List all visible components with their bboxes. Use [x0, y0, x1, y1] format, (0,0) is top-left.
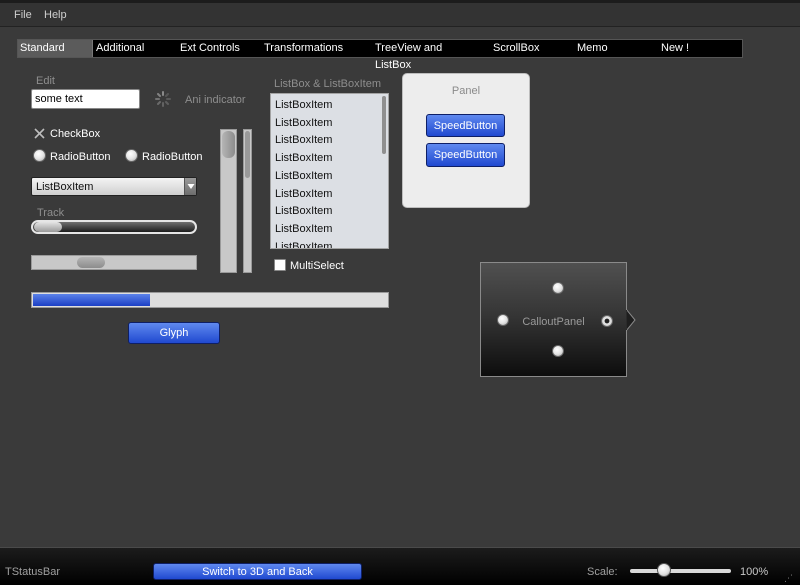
speed-button-2[interactable]: SpeedButton — [426, 143, 505, 167]
scale-value: 100% — [740, 566, 769, 578]
status-bar-label: TStatusBar — [5, 566, 61, 578]
speed-button-1[interactable]: SpeedButton — [426, 114, 505, 137]
multiselect-label: MultiSelect — [290, 260, 344, 272]
combo-dropdown-button[interactable] — [184, 178, 196, 195]
listbox-item[interactable]: ListBoxItem — [275, 223, 332, 235]
progress-bar-fill — [33, 294, 150, 306]
vertical-scrollbar-2[interactable] — [243, 129, 252, 273]
listbox-item[interactable]: ListBoxItem — [275, 134, 332, 146]
combo-box[interactable]: ListBoxItem — [31, 177, 197, 196]
tab-additional[interactable]: Additional — [96, 40, 146, 57]
vertical-scrollbar-2-thumb[interactable] — [245, 131, 250, 178]
edit-input[interactable] — [31, 89, 140, 109]
glyph-button[interactable]: Glyph — [128, 322, 220, 344]
callout-panel: CalloutPanel — [480, 262, 627, 377]
vertical-scrollbar-1[interactable] — [220, 129, 237, 273]
tab-ext-controls[interactable]: Ext Controls — [180, 40, 240, 57]
radio-button-1[interactable] — [33, 149, 46, 162]
listbox-scroll-thumb[interactable] — [382, 96, 386, 154]
switch-3d-button[interactable]: Switch to 3D and Back — [153, 563, 362, 580]
tab-bar: Standard Additional Ext Controls Transfo… — [17, 39, 743, 71]
listbox-item[interactable]: ListBoxItem — [275, 241, 332, 248]
ani-indicator-icon — [155, 91, 171, 107]
listbox-item[interactable]: ListBoxItem — [275, 188, 332, 200]
tab-new[interactable]: New ! — [661, 40, 696, 57]
track-thumb[interactable] — [34, 222, 62, 232]
panel: Panel SpeedButton SpeedButton — [402, 73, 530, 208]
listbox-item[interactable]: ListBoxItem — [275, 170, 332, 182]
scale-slider-thumb[interactable] — [657, 563, 671, 577]
horizontal-scrollbar-thumb[interactable] — [77, 257, 105, 268]
menu-help[interactable]: Help — [44, 9, 67, 21]
track-bar[interactable] — [31, 220, 197, 234]
ani-indicator-label: Ani indicator — [185, 94, 246, 106]
radio-button-2-label: RadioButton — [142, 151, 203, 163]
status-bar — [0, 547, 800, 585]
listbox-title: ListBox & ListBoxItem — [274, 78, 381, 90]
callout-radio-right-selected[interactable] — [601, 315, 613, 327]
scale-label: Scale: — [587, 566, 618, 578]
multiselect-checkbox[interactable] — [274, 259, 286, 271]
tab-transformations[interactable]: Transformations — [264, 40, 344, 57]
menu-file[interactable]: File — [14, 9, 32, 21]
listbox-item[interactable]: ListBoxItem — [275, 152, 332, 164]
callout-radio-left[interactable] — [497, 314, 509, 326]
vertical-scrollbar-1-thumb[interactable] — [222, 131, 235, 158]
horizontal-scrollbar[interactable] — [31, 255, 197, 270]
callout-radio-top[interactable] — [552, 282, 564, 294]
tab-memo[interactable]: Memo — [577, 40, 612, 57]
listbox[interactable]: ListBoxItem ListBoxItem ListBoxItem ListBox… — [270, 93, 389, 249]
tab-treeview-listbox[interactable]: TreeView and ListBox — [375, 40, 480, 71]
chevron-down-icon — [187, 184, 195, 189]
track-label: Track — [37, 207, 65, 219]
radio-button-1-label: RadioButton — [50, 151, 111, 163]
checkbox-label: CheckBox — [50, 128, 101, 140]
combo-value: ListBoxItem — [36, 181, 94, 193]
callout-pointer-icon — [626, 309, 636, 331]
radio-button-2[interactable] — [125, 149, 138, 162]
callout-radio-bottom[interactable] — [552, 345, 564, 357]
resize-grip-icon[interactable]: ⋰ — [784, 573, 796, 583]
scale-slider-track[interactable] — [630, 569, 731, 573]
progress-bar — [31, 292, 389, 308]
tab-standard[interactable]: Standard — [18, 40, 93, 57]
panel-title: Panel — [451, 85, 481, 97]
listbox-item[interactable]: ListBoxItem — [275, 117, 332, 129]
checkbox[interactable] — [33, 127, 46, 140]
tab-scrollbox[interactable]: ScrollBox — [493, 40, 543, 57]
checkbox-x-icon — [34, 128, 45, 139]
edit-label: Edit — [36, 75, 55, 87]
listbox-item[interactable]: ListBoxItem — [275, 205, 332, 217]
listbox-item[interactable]: ListBoxItem — [275, 99, 332, 111]
menu-bar: File Help — [0, 3, 800, 27]
